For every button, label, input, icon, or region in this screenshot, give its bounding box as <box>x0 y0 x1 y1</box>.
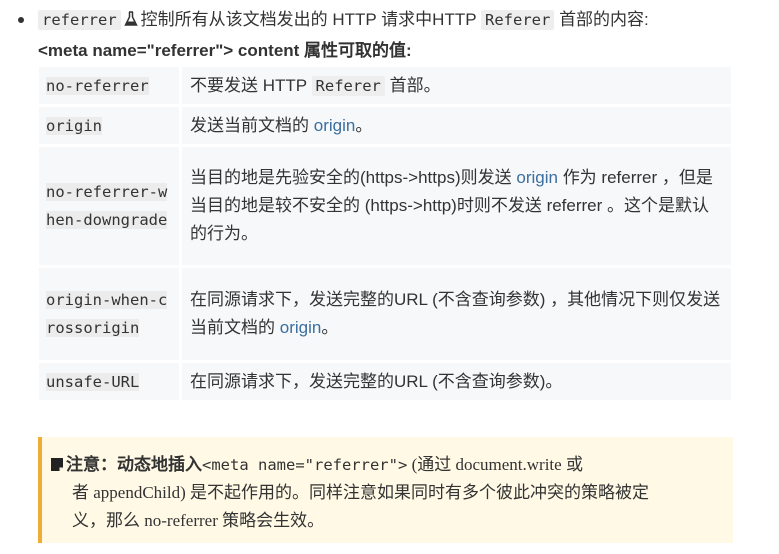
description-text: 不要发送 HTTP <box>190 75 307 95</box>
table-row: origin-when-crossorigin 在同源请求下，发送完整的URL … <box>39 268 731 360</box>
intro-description: 控制所有从该文档发出的 HTTP 请求中HTTP <box>140 10 477 29</box>
value-name: no-referrer-when-downgrade <box>46 183 168 229</box>
origin-link[interactable]: origin <box>314 116 356 135</box>
referer-header-code: Referer <box>481 10 555 30</box>
description-text: 。 <box>321 318 339 337</box>
referrer-values-table: no-referrer 不要发送 HTTP Referer 首部。 origin… <box>39 64 731 403</box>
description-cell: 当目的地是先验安全的(https->https)则发送 origin 作为 re… <box>182 147 731 265</box>
value-name: no-referrer <box>46 76 149 95</box>
table-row: unsafe-URL 在同源请求下，发送完整的URL (不含查询参数)。 <box>39 363 731 400</box>
description-text: 在同源请求下，发送完整的URL (不含查询参数)。 <box>190 371 563 391</box>
bullet-dot <box>18 17 24 23</box>
experimental-flask-icon[interactable] <box>123 11 138 27</box>
note-line: 者 appendChild) 是不起作用的。同样注意如果同时有多个彼此冲突的策略… <box>72 483 650 502</box>
value-cell: origin-when-crossorigin <box>39 268 182 360</box>
note-emphasis: 动态地插入 <box>117 455 202 474</box>
origin-link[interactable]: origin <box>516 168 558 187</box>
note-text: (通过 document.write 或 <box>411 455 583 474</box>
description-text: 发送当前文档的 <box>190 115 309 135</box>
note-line: 义，那么 no-referrer 策略会生效。 <box>72 511 325 530</box>
intro-description-end: 首部的内容: <box>559 10 649 29</box>
value-name: unsafe-URL <box>46 372 140 391</box>
description-cell: 在同源请求下，发送完整的URL (不含查询参数) ，其他情况下则仅发送当前文档的… <box>182 268 731 360</box>
value-name: origin-when-crossorigin <box>46 291 168 337</box>
description-text: 。 <box>355 115 373 135</box>
intro-text: referrer 控制所有从该文档发出的 HTTP 请求中HTTP Referer… <box>38 7 649 33</box>
value-cell: no-referrer-when-downgrade <box>39 147 182 265</box>
description-text: 当目的地是先验安全的(https->https)则发送 <box>190 168 512 187</box>
description-text: 首部。 <box>389 75 441 95</box>
description-cell: 发送当前文档的 origin。 <box>182 107 731 144</box>
meta-referrer-code: <meta name="referrer"> <box>202 456 408 474</box>
referrer-code: referrer <box>38 10 121 30</box>
value-name: origin <box>46 116 102 135</box>
description-text: 在同源请求下，发送完整的URL (不含查询参数) ，其他情况下则仅发送当前文档的 <box>190 290 721 337</box>
origin-link[interactable]: origin <box>280 318 322 337</box>
referer-header-code: Referer <box>311 75 385 96</box>
note-colon: ： <box>100 455 117 474</box>
table-row: no-referrer-when-downgrade 当目的地是先验安全的(ht… <box>39 147 731 265</box>
value-cell: unsafe-URL <box>39 363 182 400</box>
table-row: origin 发送当前文档的 origin。 <box>39 107 731 144</box>
note-content: 注意：动态地插入<meta name="referrer"> (通过 docum… <box>50 451 710 535</box>
note-label: 注意 <box>66 455 100 474</box>
description-cell: 在同源请求下，发送完整的URL (不含查询参数)。 <box>182 363 731 400</box>
content-attribute-heading: <meta name="referrer"> content 属性可取的值: <box>38 41 412 60</box>
note-line: 注意：动态地插入<meta name="referrer"> (通过 docum… <box>50 451 710 479</box>
value-cell: origin <box>39 107 182 144</box>
note-icon <box>51 458 63 471</box>
value-cell: no-referrer <box>39 67 182 104</box>
description-cell: 不要发送 HTTP Referer 首部。 <box>182 67 731 104</box>
note-callout: 注意：动态地插入<meta name="referrer"> (通过 docum… <box>38 437 733 543</box>
table-row: no-referrer 不要发送 HTTP Referer 首部。 <box>39 67 731 104</box>
